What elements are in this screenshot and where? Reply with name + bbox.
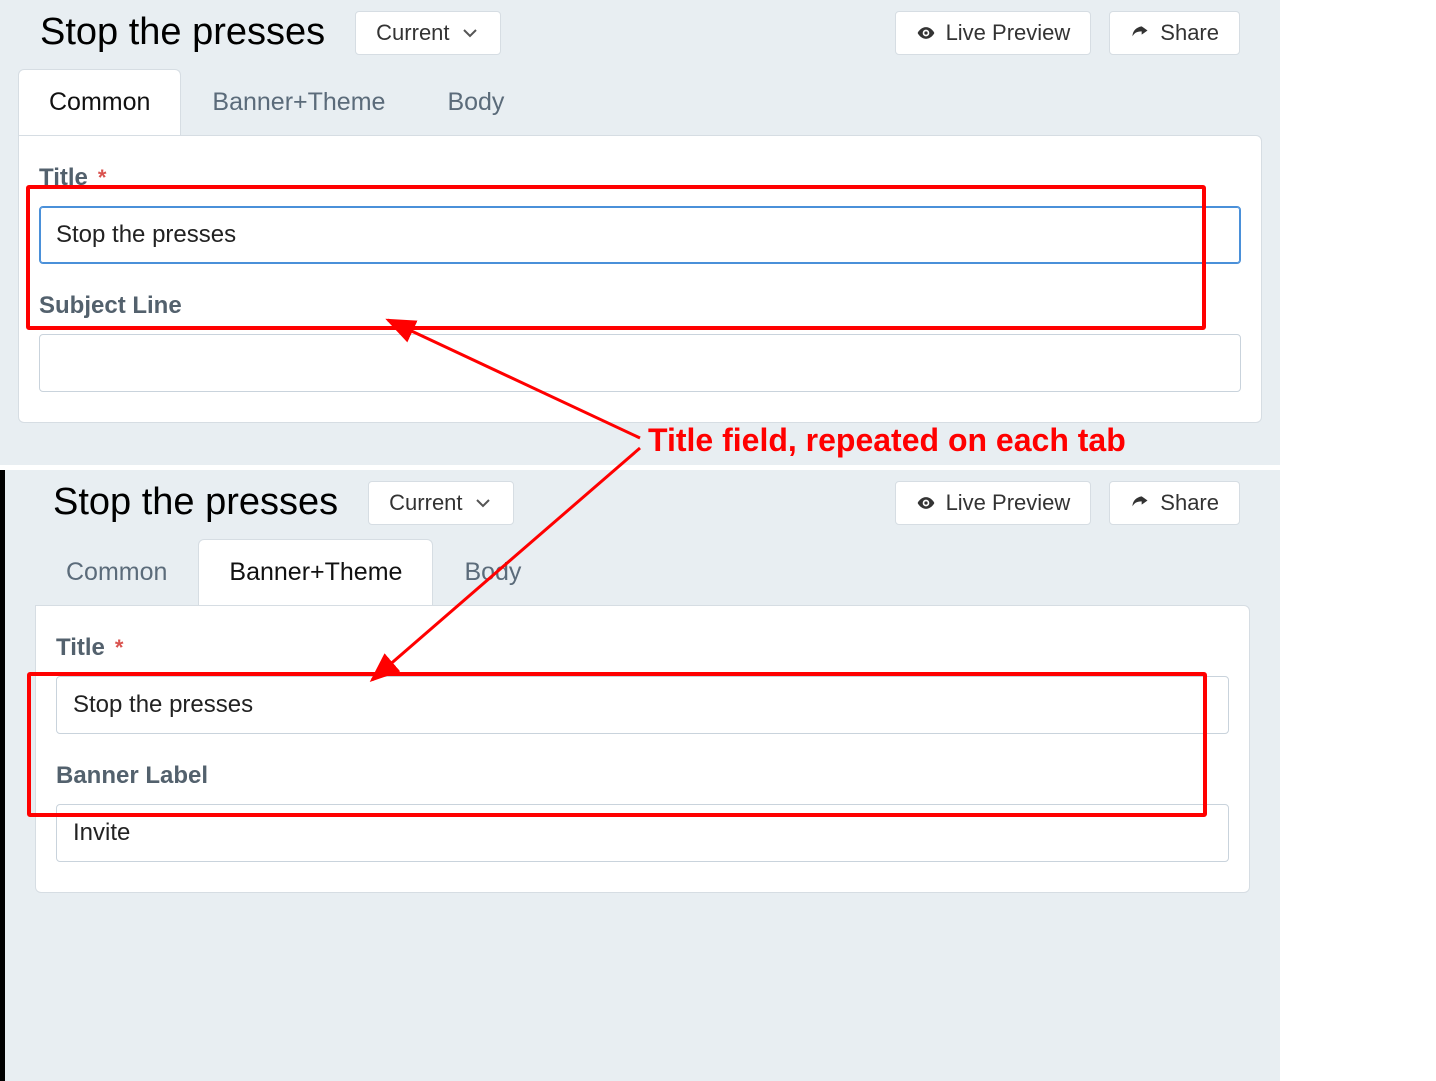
subject-label: Subject Line [39, 292, 182, 320]
share-label: Share [1160, 22, 1219, 44]
banner-label-field-group: Banner Label [56, 762, 1229, 862]
share-icon [1130, 23, 1150, 43]
share-label: Share [1160, 492, 1219, 514]
required-mark: * [98, 167, 107, 189]
title-input[interactable] [39, 206, 1241, 264]
subject-input[interactable] [39, 334, 1241, 392]
eye-icon [916, 493, 936, 513]
title-label: Title [56, 634, 105, 662]
share-button[interactable]: Share [1109, 481, 1240, 525]
editor-panel-banner-theme: Stop the presses Current Live Preview Sh… [0, 470, 1280, 1081]
live-preview-label: Live Preview [946, 22, 1071, 44]
editor-panel-common: Stop the presses Current Live Preview Sh… [0, 0, 1280, 465]
live-preview-label: Live Preview [946, 492, 1071, 514]
chevron-down-icon [473, 493, 493, 513]
tab-bar: Common Banner+Theme Body [0, 65, 1280, 135]
title-field-group: Title * [39, 164, 1241, 264]
share-button[interactable]: Share [1109, 11, 1240, 55]
live-preview-button[interactable]: Live Preview [895, 11, 1092, 55]
version-dropdown-label: Current [376, 22, 449, 44]
page-header: Stop the presses Current Live Preview Sh… [0, 0, 1280, 65]
page-title: Stop the presses [53, 481, 338, 524]
form-panel: Title * Banner Label [35, 605, 1250, 893]
share-icon [1130, 493, 1150, 513]
form-panel: Title * Subject Line [18, 135, 1262, 423]
right-sidebar-peek [1280, 0, 1436, 1081]
tab-common[interactable]: Common [18, 69, 181, 135]
tab-common[interactable]: Common [35, 539, 198, 605]
banner-label-input[interactable] [56, 804, 1229, 862]
required-mark: * [115, 637, 124, 659]
subject-field-group: Subject Line [39, 292, 1241, 392]
version-dropdown-label: Current [389, 492, 462, 514]
version-dropdown[interactable]: Current [355, 11, 500, 55]
tab-banner-theme[interactable]: Banner+Theme [181, 69, 416, 135]
version-dropdown[interactable]: Current [368, 481, 513, 525]
title-field-group: Title * [56, 634, 1229, 734]
page-header: Stop the presses Current Live Preview Sh… [5, 470, 1280, 535]
eye-icon [916, 23, 936, 43]
live-preview-button[interactable]: Live Preview [895, 481, 1092, 525]
page-title: Stop the presses [40, 11, 325, 54]
tab-body[interactable]: Body [416, 69, 535, 135]
tab-bar: Common Banner+Theme Body [5, 535, 1280, 605]
banner-label-label: Banner Label [56, 762, 208, 790]
title-label: Title [39, 164, 88, 192]
tab-body[interactable]: Body [433, 539, 552, 605]
title-input[interactable] [56, 676, 1229, 734]
tab-banner-theme[interactable]: Banner+Theme [198, 539, 433, 605]
header-actions: Live Preview Share [895, 11, 1240, 55]
chevron-down-icon [460, 23, 480, 43]
header-actions: Live Preview Share [895, 481, 1240, 525]
